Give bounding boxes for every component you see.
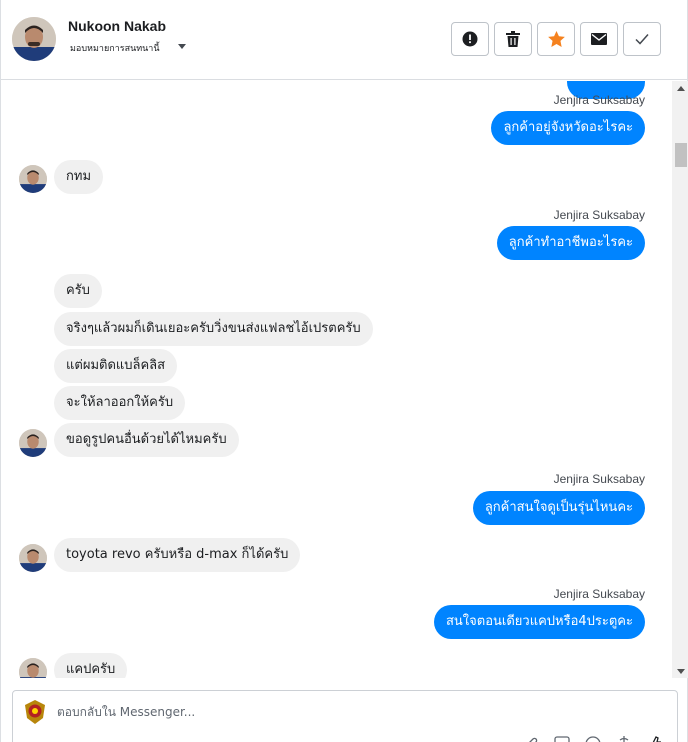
scrollbar-thumb[interactable] (675, 143, 687, 167)
contact-avatar-small (19, 544, 47, 572)
message-scrollbar[interactable] (672, 81, 688, 678)
attachment-icon[interactable] (525, 735, 539, 742)
message-sender: Jenjira Suksabay (553, 587, 645, 601)
message-bubble-incoming: จะให้ลาออกให้ครับ (54, 386, 186, 420)
alert-circle-icon (462, 31, 478, 47)
star-button[interactable] (537, 22, 575, 56)
contact-avatar-small (19, 658, 47, 678)
assign-conversation-dropdown[interactable]: มอบหมายการสนทนานี้ (70, 41, 160, 55)
contact-name: Nukoon Nakab (68, 18, 167, 34)
message-sender: Jenjira Suksabay (553, 93, 645, 107)
message-bubble-incoming: จริงๆแล้วผมก็เดินเยอะครับวิ่งขนส่งแฟลชไอ… (54, 312, 373, 346)
message-bubble-incoming: toyota revo ครับหรือ d-max ก็ได้ครับ (54, 538, 301, 572)
emoji-icon[interactable] (585, 735, 601, 742)
scroll-down-arrow-icon[interactable] (677, 669, 685, 674)
like-icon[interactable] (647, 735, 663, 742)
message-bubble-outgoing: ลูกค้าทำอาชีพอะไรคะ (496, 226, 645, 260)
trash-icon (506, 31, 520, 47)
message-bubble-incoming: กทม (54, 160, 104, 194)
contact-avatar-small (19, 165, 47, 193)
page-avatar (23, 699, 47, 725)
delete-button[interactable] (494, 22, 532, 56)
message-bubble-incoming: แคปครับ (54, 653, 128, 678)
envelope-icon (591, 33, 607, 45)
contact-avatar[interactable] (12, 17, 56, 61)
chevron-down-icon[interactable] (178, 44, 186, 49)
star-icon (547, 31, 565, 47)
contact-avatar-small (19, 429, 47, 457)
message-bubble-incoming: ขอดูรูปคนอื่นด้วยได้ไหมครับ (54, 423, 239, 457)
message-bubble-outgoing: สนใจตอนเดียวแคปหรือ4ประตูคะ (433, 605, 645, 639)
message-list[interactable]: Jenjira Suksabay ลูกค้าอยู่จังหวัดอะไรคะ… (1, 81, 672, 678)
reply-input[interactable] (57, 705, 457, 719)
reply-composer[interactable] (12, 690, 678, 742)
report-button[interactable] (451, 22, 489, 56)
mark-done-button[interactable] (623, 22, 661, 56)
scroll-up-arrow-icon[interactable] (677, 86, 685, 91)
conversation-header: Nukoon Nakab มอบหมายการสนทนานี้ (1, 0, 687, 80)
check-icon (635, 34, 649, 45)
mark-unread-button[interactable] (580, 22, 618, 56)
payment-icon[interactable] (617, 735, 631, 742)
message-sender: Jenjira Suksabay (553, 208, 645, 222)
image-icon[interactable] (554, 735, 570, 742)
message-sender: Jenjira Suksabay (553, 472, 645, 486)
message-bubble-incoming: ครับ (54, 274, 102, 308)
conversation-panel: Nukoon Nakab มอบหมายการสนทนานี้ Jenjira … (0, 0, 688, 742)
message-bubble-incoming: แต่ผมติดแบล็คลิส (54, 349, 178, 383)
message-bubble-outgoing: ลูกค้าสนใจดูเป็นรุ่นไหนคะ (472, 491, 645, 525)
message-bubble-outgoing: ลูกค้าอยู่จังหวัดอะไรคะ (491, 111, 645, 145)
